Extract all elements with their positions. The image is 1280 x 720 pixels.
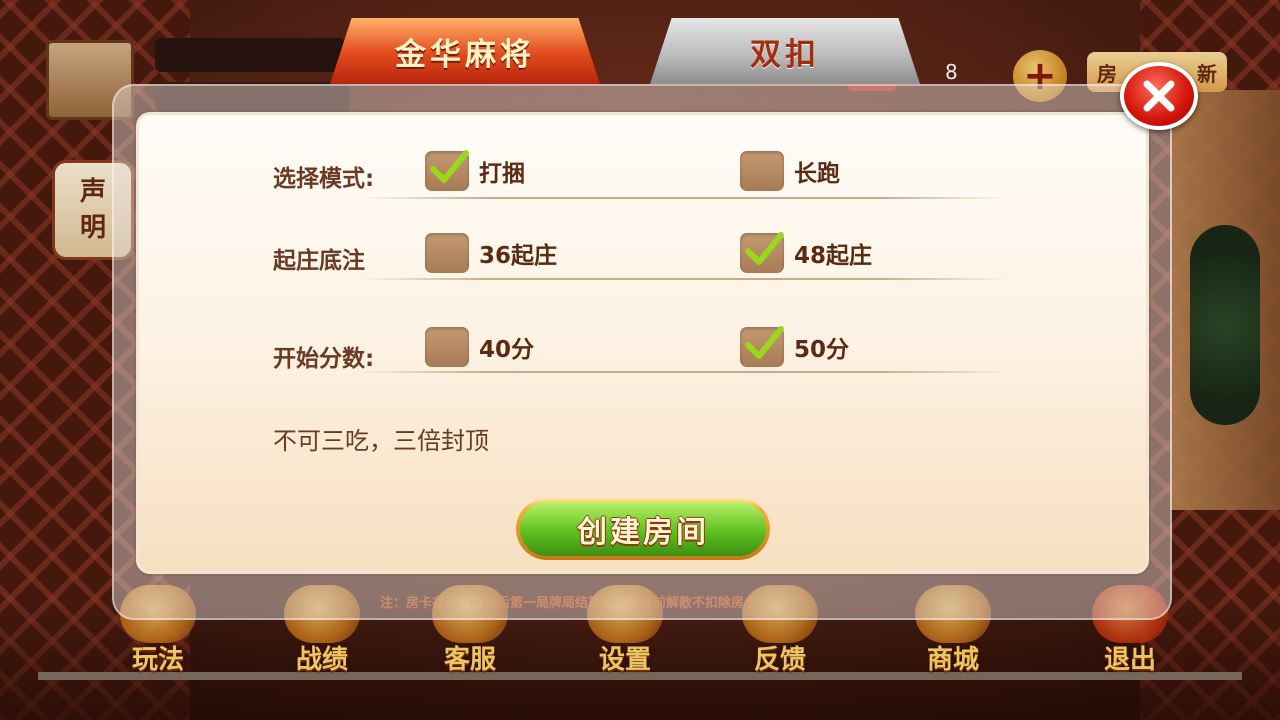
row-divider	[359, 197, 1009, 199]
option-label: 36起庄	[479, 243, 558, 269]
create-room-button[interactable]: 创建房间	[516, 498, 770, 560]
row-divider	[359, 371, 1009, 373]
check-icon	[745, 326, 784, 359]
option-changpao[interactable]: 长跑	[740, 151, 840, 191]
option-label: 48起庄	[794, 243, 873, 269]
check-icon	[430, 150, 469, 183]
checkbox[interactable]	[425, 150, 469, 191]
checkbox[interactable]	[740, 151, 784, 191]
option-label: 50分	[794, 337, 850, 363]
row-divider	[359, 278, 1009, 280]
close-icon	[1143, 80, 1175, 112]
option-label: 40分	[479, 337, 535, 363]
tab-jinhua-mahjong[interactable]: 金华麻将	[330, 18, 600, 84]
checkbox[interactable]	[740, 326, 784, 367]
close-button[interactable]	[1120, 62, 1198, 130]
tab-shuangkou[interactable]: 双扣	[650, 18, 920, 84]
option-48[interactable]: 48起庄	[740, 232, 873, 273]
checkbox[interactable]	[425, 233, 469, 273]
start-score-label: 开始分数:	[273, 346, 375, 372]
option-50[interactable]: 50分	[740, 326, 850, 367]
option-label: 打捆	[479, 161, 525, 187]
checkbox[interactable]	[740, 232, 784, 273]
create-room-label: 创建房间	[520, 502, 766, 556]
base-stake-label: 起庄底注	[273, 248, 365, 274]
option-dakun[interactable]: 打捆	[425, 150, 525, 191]
option-36[interactable]: 36起庄	[425, 233, 557, 273]
checkbox[interactable]	[425, 327, 469, 367]
option-label: 长跑	[794, 161, 840, 187]
rule-note: 不可三吃，三倍封顶	[273, 427, 489, 455]
check-icon	[745, 232, 784, 265]
option-40[interactable]: 40分	[425, 327, 534, 367]
mode-label: 选择模式:	[273, 166, 375, 192]
create-room-panel: 选择模式: 打捆 长跑 起庄底注 36起庄 48起庄 开始分数: 40分 50分…	[136, 112, 1149, 574]
